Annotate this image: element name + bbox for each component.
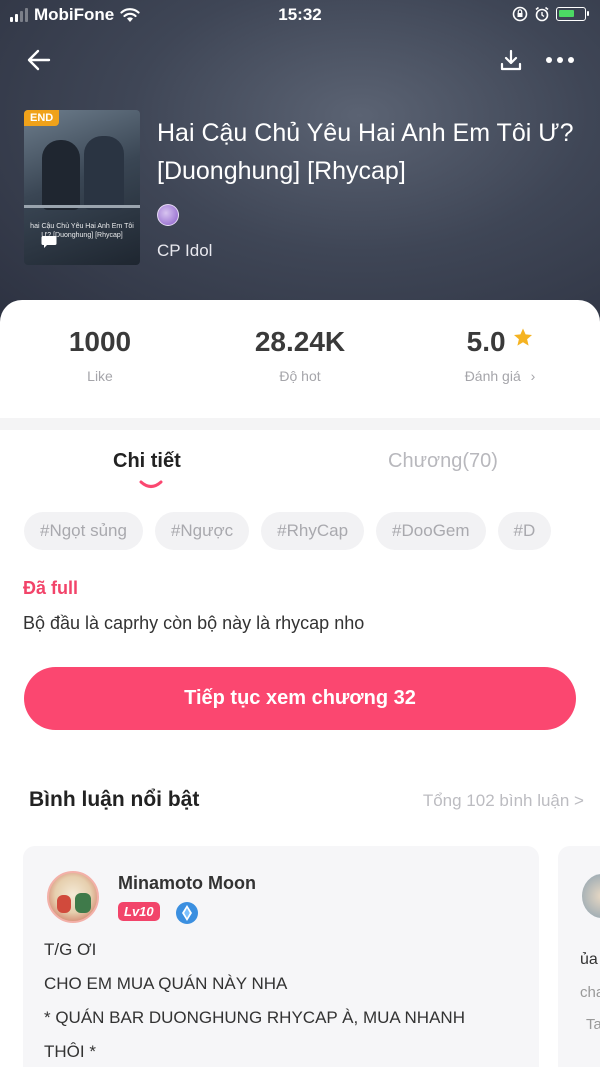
rating-label-row: Đánh giá › xyxy=(400,368,600,384)
more-button[interactable] xyxy=(542,42,578,78)
comment-line: THÔI * xyxy=(44,1042,96,1061)
comment-bubble-icon xyxy=(41,236,57,248)
hot-stat: 28.24K Độ hot xyxy=(200,326,400,384)
rating-label: Đánh giá xyxy=(464,368,521,384)
hot-label: Độ hot xyxy=(279,368,321,384)
chevron-right-icon: › xyxy=(530,368,536,384)
rating-value-row: 5.0 xyxy=(400,326,600,358)
like-stat: 1000 Like xyxy=(0,326,200,384)
story-title: Hai Cậu Chủ Yêu Hai Anh Em Tôi Ư? [Duong… xyxy=(157,119,574,185)
comment-text: T/G ƠI CHO EM MUA QUÁN NÀY NHA * QUÁN BA… xyxy=(44,933,524,1067)
orientation-lock-icon xyxy=(512,6,528,22)
battery-icon xyxy=(556,7,589,21)
like-label: Like xyxy=(87,368,113,384)
alarm-icon xyxy=(535,6,549,22)
story-cover[interactable]: END hai Cậu Chủ Yêu Hai Anh Em Tôi Ư? [D… xyxy=(24,110,140,265)
detail-body: Chi tiết Chương(70) #Ngọt sủng #Ngược #Rhy… xyxy=(0,430,600,1067)
tag-chip[interactable]: #RhyCap xyxy=(261,512,365,550)
download-button[interactable] xyxy=(493,42,529,78)
tag-chip[interactable]: #Ngọt sủng xyxy=(24,512,143,550)
avatar xyxy=(582,874,600,918)
comment-line: cha xyxy=(580,984,600,1001)
hot-count: 28.24K xyxy=(254,326,346,357)
tag-list: #Ngọt sủng #Ngược #RhyCap #DooGem #D xyxy=(24,512,600,552)
comment-line: CHO EM MUA QUÁN NÀY NHA xyxy=(44,974,288,993)
completion-status: Đã full xyxy=(23,578,79,598)
comment-card[interactable]: Minamoto Moon Lv10 T/G ƠI CHO EM MUA QUÁ… xyxy=(23,846,539,1067)
comment-line: ủa xyxy=(580,951,598,968)
rank-diamond-icon xyxy=(176,902,198,924)
arrow-left-icon xyxy=(27,49,51,71)
all-comments-link[interactable]: Tổng 102 bình luận > xyxy=(423,791,584,811)
status-icons xyxy=(512,6,589,22)
tab-detail[interactable]: Chi tiết xyxy=(113,450,181,473)
continue-reading-button[interactable]: Tiếp tục xem chương 32 xyxy=(24,667,576,730)
comment-line: Ta xyxy=(586,1016,600,1033)
more-icon xyxy=(546,57,574,63)
stats-panel: 1000 Like 28.24K Độ hot 5.0 Đánh giá › xyxy=(0,300,600,418)
author-avatar[interactable] xyxy=(157,204,179,226)
tag-chip[interactable]: #Ngược xyxy=(154,512,250,550)
tag-chip[interactable]: #D xyxy=(497,512,552,550)
star-icon xyxy=(514,328,533,346)
level-badge: Lv10 xyxy=(118,902,160,921)
story-category[interactable]: CP Idol xyxy=(157,241,212,261)
story-description: Bộ đầu là caprhy còn bộ này là rhycap nh… xyxy=(23,613,365,633)
tag-chip[interactable]: #DooGem xyxy=(376,512,486,550)
download-icon xyxy=(500,49,522,71)
avatar[interactable] xyxy=(47,871,99,923)
back-button[interactable] xyxy=(21,42,57,78)
end-badge: END xyxy=(24,110,60,126)
comments-section-title: Bình luận nổi bật xyxy=(29,788,200,811)
tab-chapters[interactable]: Chương(70) xyxy=(388,450,498,473)
comment-username[interactable]: Minamoto Moon xyxy=(118,873,256,894)
rating-value: 5.0 xyxy=(466,326,506,357)
comment-line: T/G ƠI xyxy=(44,940,97,959)
rating-stat[interactable]: 5.0 Đánh giá › xyxy=(400,326,600,384)
like-count: 1000 xyxy=(68,326,132,357)
story-header: MobiFone 15:32 END hai Cậu Chủ Yêu Hai A… xyxy=(0,0,600,330)
tab-active-indicator xyxy=(139,480,163,488)
status-time: 15:32 xyxy=(278,5,322,24)
status-bar: MobiFone 15:32 xyxy=(0,0,600,32)
next-comment-card[interactable]: ủa cha Ta xyxy=(558,846,600,1067)
comment-line: * QUÁN BAR DUONGHUNG RHYCAP À, MUA NHANH xyxy=(44,1008,465,1027)
